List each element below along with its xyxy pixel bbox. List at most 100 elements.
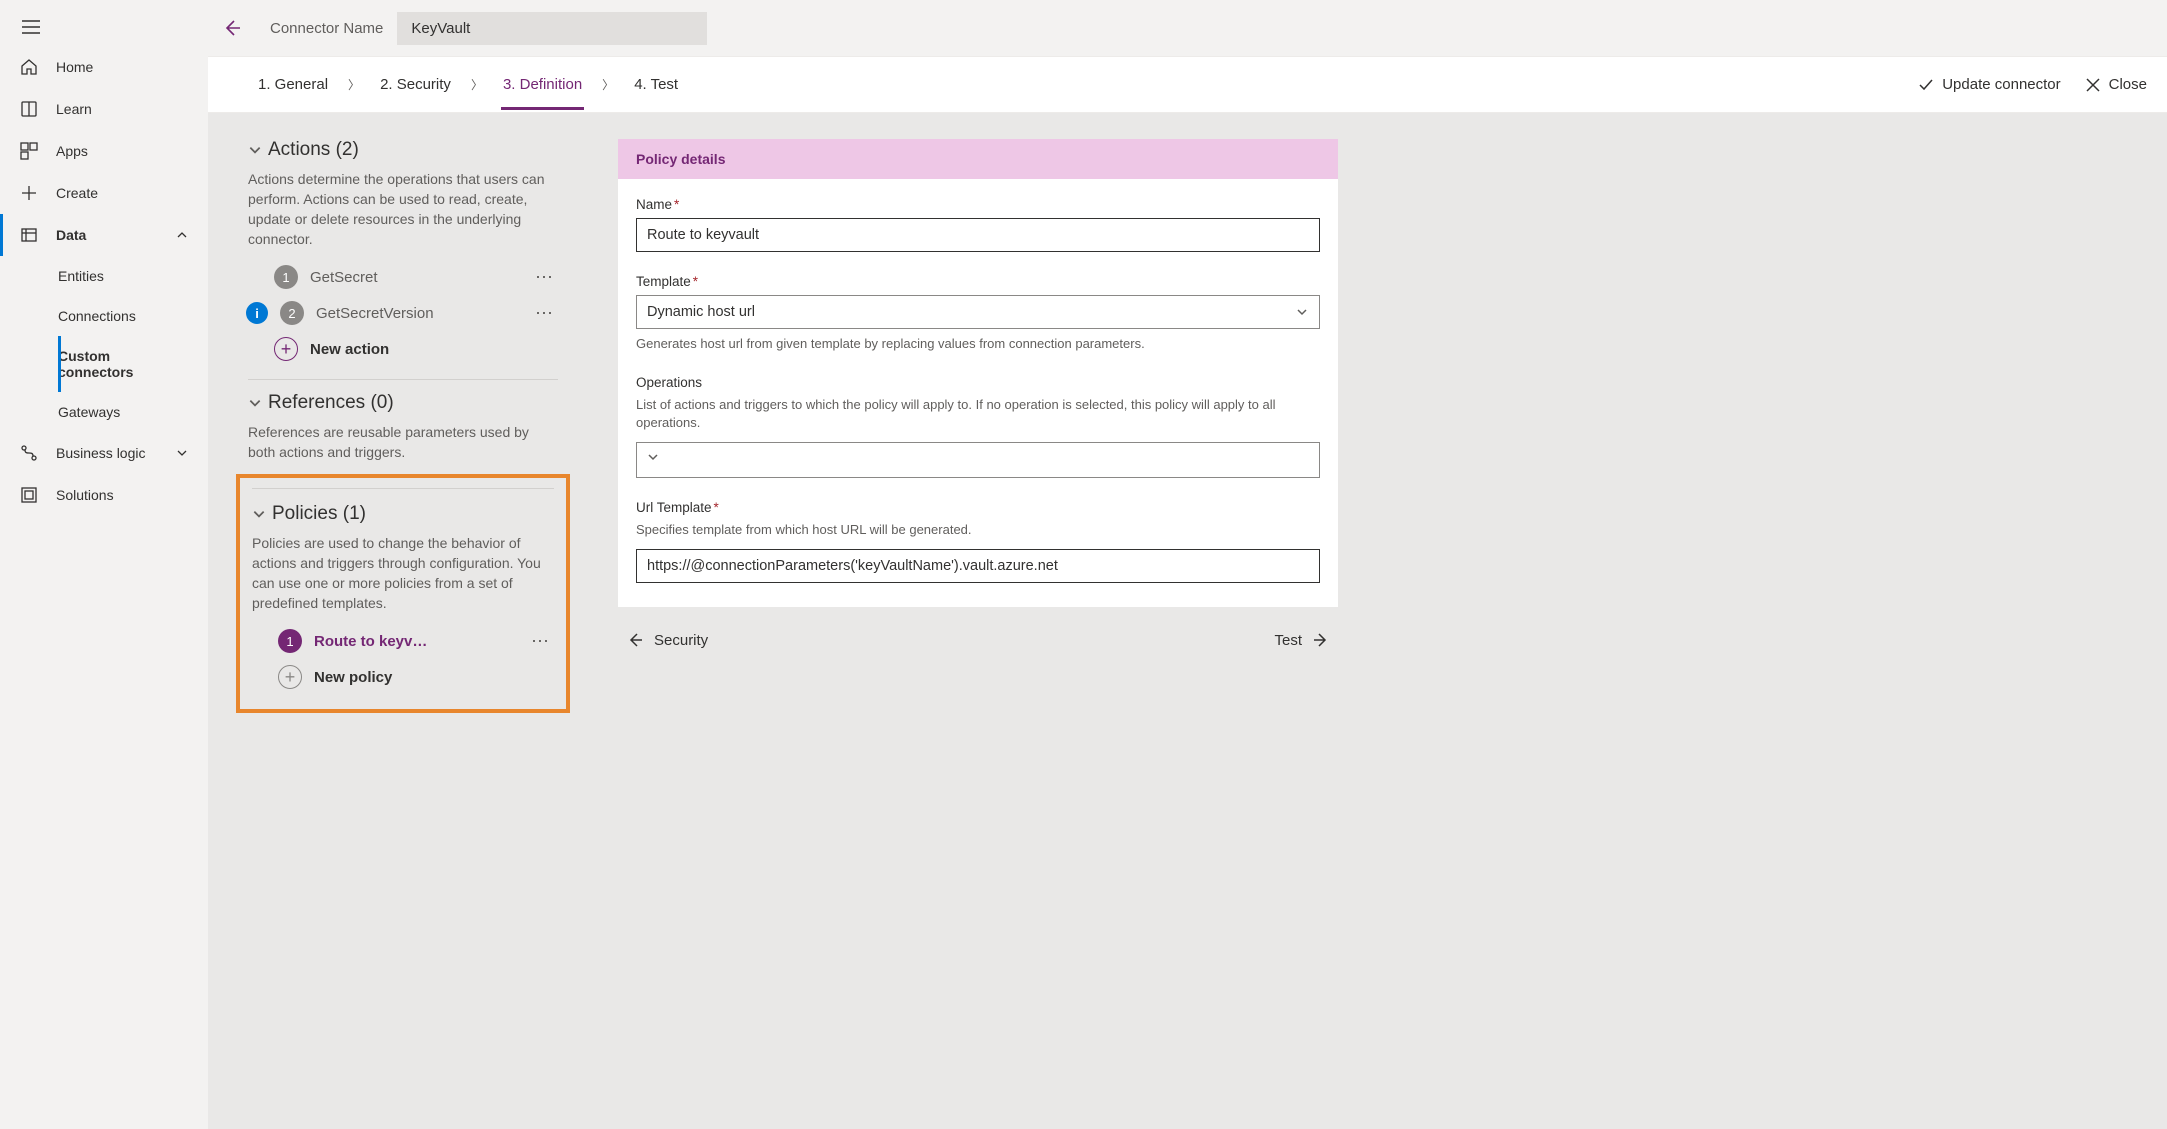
url-label: Url Template* (636, 500, 1320, 515)
actions-desc: Actions determine the operations that us… (248, 169, 558, 249)
field-template: Template* Generates host url from given … (636, 274, 1320, 353)
actions-section: Actions (2) Actions determine the operat… (248, 139, 558, 380)
chevron-down-icon (248, 143, 262, 157)
policy-label: Route to keyv… (314, 633, 515, 650)
nav-data-children: Entities Connections Custom connectors G… (0, 256, 208, 432)
field-name: Name* (636, 197, 1320, 252)
actions-header[interactable]: Actions (2) (248, 139, 558, 161)
name-input[interactable] (636, 218, 1320, 252)
connector-name-label: Connector Name (270, 20, 383, 37)
nav-apps[interactable]: Apps (0, 130, 208, 172)
action-item[interactable]: i 2 GetSecretVersion ⋯ (248, 295, 558, 331)
prev-security-link[interactable]: Security (626, 631, 708, 649)
policy-details-header: Policy details (618, 139, 1338, 179)
step-test[interactable]: 4. Test (632, 60, 680, 109)
hamburger-menu[interactable] (0, 8, 208, 46)
step-badge: 2 (280, 301, 304, 325)
nav-data[interactable]: Data (0, 214, 208, 256)
action-item[interactable]: 1 GetSecret ⋯ (248, 259, 558, 295)
step-security[interactable]: 2. Security (378, 60, 453, 109)
data-icon (20, 226, 38, 244)
nav-create[interactable]: Create (0, 172, 208, 214)
arrow-left-icon (626, 631, 644, 649)
more-icon[interactable]: ⋯ (531, 267, 558, 288)
solutions-icon (20, 486, 38, 504)
nav-business-logic[interactable]: Business logic (0, 432, 208, 474)
close-icon (2085, 77, 2101, 93)
step-badge: 1 (278, 629, 302, 653)
nav-label: Business logic (56, 445, 146, 461)
chevron-right-icon: 〉 (602, 76, 614, 93)
plus-circle-icon: + (278, 665, 302, 689)
nav-home[interactable]: Home (0, 46, 208, 88)
references-header[interactable]: References (0) (248, 392, 558, 414)
more-icon[interactable]: ⋯ (531, 303, 558, 324)
more-icon[interactable]: ⋯ (527, 631, 554, 652)
template-select[interactable] (636, 295, 1320, 329)
nav-solutions[interactable]: Solutions (0, 474, 208, 516)
chevron-down-icon (176, 447, 188, 459)
action-label: GetSecret (310, 269, 519, 286)
nav-entities[interactable]: Entities (58, 256, 208, 296)
policies-desc: Policies are used to change the behavior… (252, 533, 554, 613)
topbar: Connector Name (208, 0, 2167, 57)
policy-details-card: Policy details Name* Template* (618, 139, 1338, 607)
chevron-down-icon (252, 507, 266, 521)
nav-label: Data (56, 227, 86, 243)
content-body: Actions (2) Actions determine the operat… (208, 113, 2167, 1129)
chevron-down-icon (248, 396, 262, 410)
book-icon (20, 100, 38, 118)
url-help: Specifies template from which host URL w… (636, 521, 1320, 539)
plus-icon (20, 184, 38, 202)
action-label: GetSecretVersion (316, 305, 519, 322)
policies-section: Policies (1) Policies are used to change… (248, 503, 558, 695)
definition-right-pane: Policy details Name* Template* (618, 139, 1338, 657)
home-icon (20, 58, 38, 76)
back-button[interactable] (214, 10, 250, 46)
policies-highlight: Policies (1) Policies are used to change… (236, 474, 570, 713)
chevron-up-icon (176, 229, 188, 241)
nav-label: Create (56, 185, 98, 201)
info-icon: i (246, 302, 268, 324)
main-area: Connector Name 1. General 〉 2. Security … (208, 0, 2167, 1129)
template-label: Template* (636, 274, 1320, 289)
check-icon (1918, 77, 1934, 93)
arrow-left-icon (222, 18, 242, 38)
plus-circle-icon: + (274, 337, 298, 361)
chevron-down-icon (647, 451, 1289, 463)
step-general[interactable]: 1. General (256, 60, 330, 109)
connector-name-input[interactable] (397, 12, 707, 45)
close-button[interactable]: Close (2085, 76, 2147, 93)
nav-custom-connectors[interactable]: Custom connectors (58, 336, 208, 392)
definition-left-pane: Actions (2) Actions determine the operat… (248, 139, 558, 713)
url-input[interactable] (636, 549, 1320, 583)
flow-icon (20, 444, 38, 462)
operations-help: List of actions and triggers to which th… (636, 396, 1320, 432)
new-policy-button[interactable]: + New policy (252, 659, 554, 695)
nav-gateways[interactable]: Gateways (58, 392, 208, 432)
chevron-right-icon: 〉 (348, 76, 360, 93)
nav-label: Home (56, 59, 93, 75)
step-badge: 1 (274, 265, 298, 289)
references-section: References (0) References are reusable p… (248, 392, 558, 462)
field-operations: Operations List of actions and triggers … (636, 375, 1320, 478)
update-connector-button[interactable]: Update connector (1918, 76, 2060, 93)
policies-header[interactable]: Policies (1) (252, 503, 554, 525)
policy-item[interactable]: 1 Route to keyv… ⋯ (252, 623, 554, 659)
field-url-template: Url Template* Specifies template from wh… (636, 500, 1320, 583)
chevron-right-icon: 〉 (471, 76, 483, 93)
steps-row: 1. General 〉 2. Security 〉 3. Definition… (208, 57, 2167, 113)
references-desc: References are reusable parameters used … (248, 422, 558, 462)
next-test-link[interactable]: Test (1274, 631, 1330, 649)
step-definition[interactable]: 3. Definition (501, 60, 584, 109)
nav-label: Apps (56, 143, 88, 159)
apps-icon (20, 142, 38, 160)
arrow-right-icon (1312, 631, 1330, 649)
name-label: Name* (636, 197, 1320, 212)
nav-learn[interactable]: Learn (0, 88, 208, 130)
footer-nav: Security Test (618, 607, 1338, 657)
nav-connections[interactable]: Connections (58, 296, 208, 336)
operations-label: Operations (636, 375, 1320, 390)
new-action-button[interactable]: + New action (248, 331, 558, 367)
operations-select[interactable] (636, 442, 1320, 478)
